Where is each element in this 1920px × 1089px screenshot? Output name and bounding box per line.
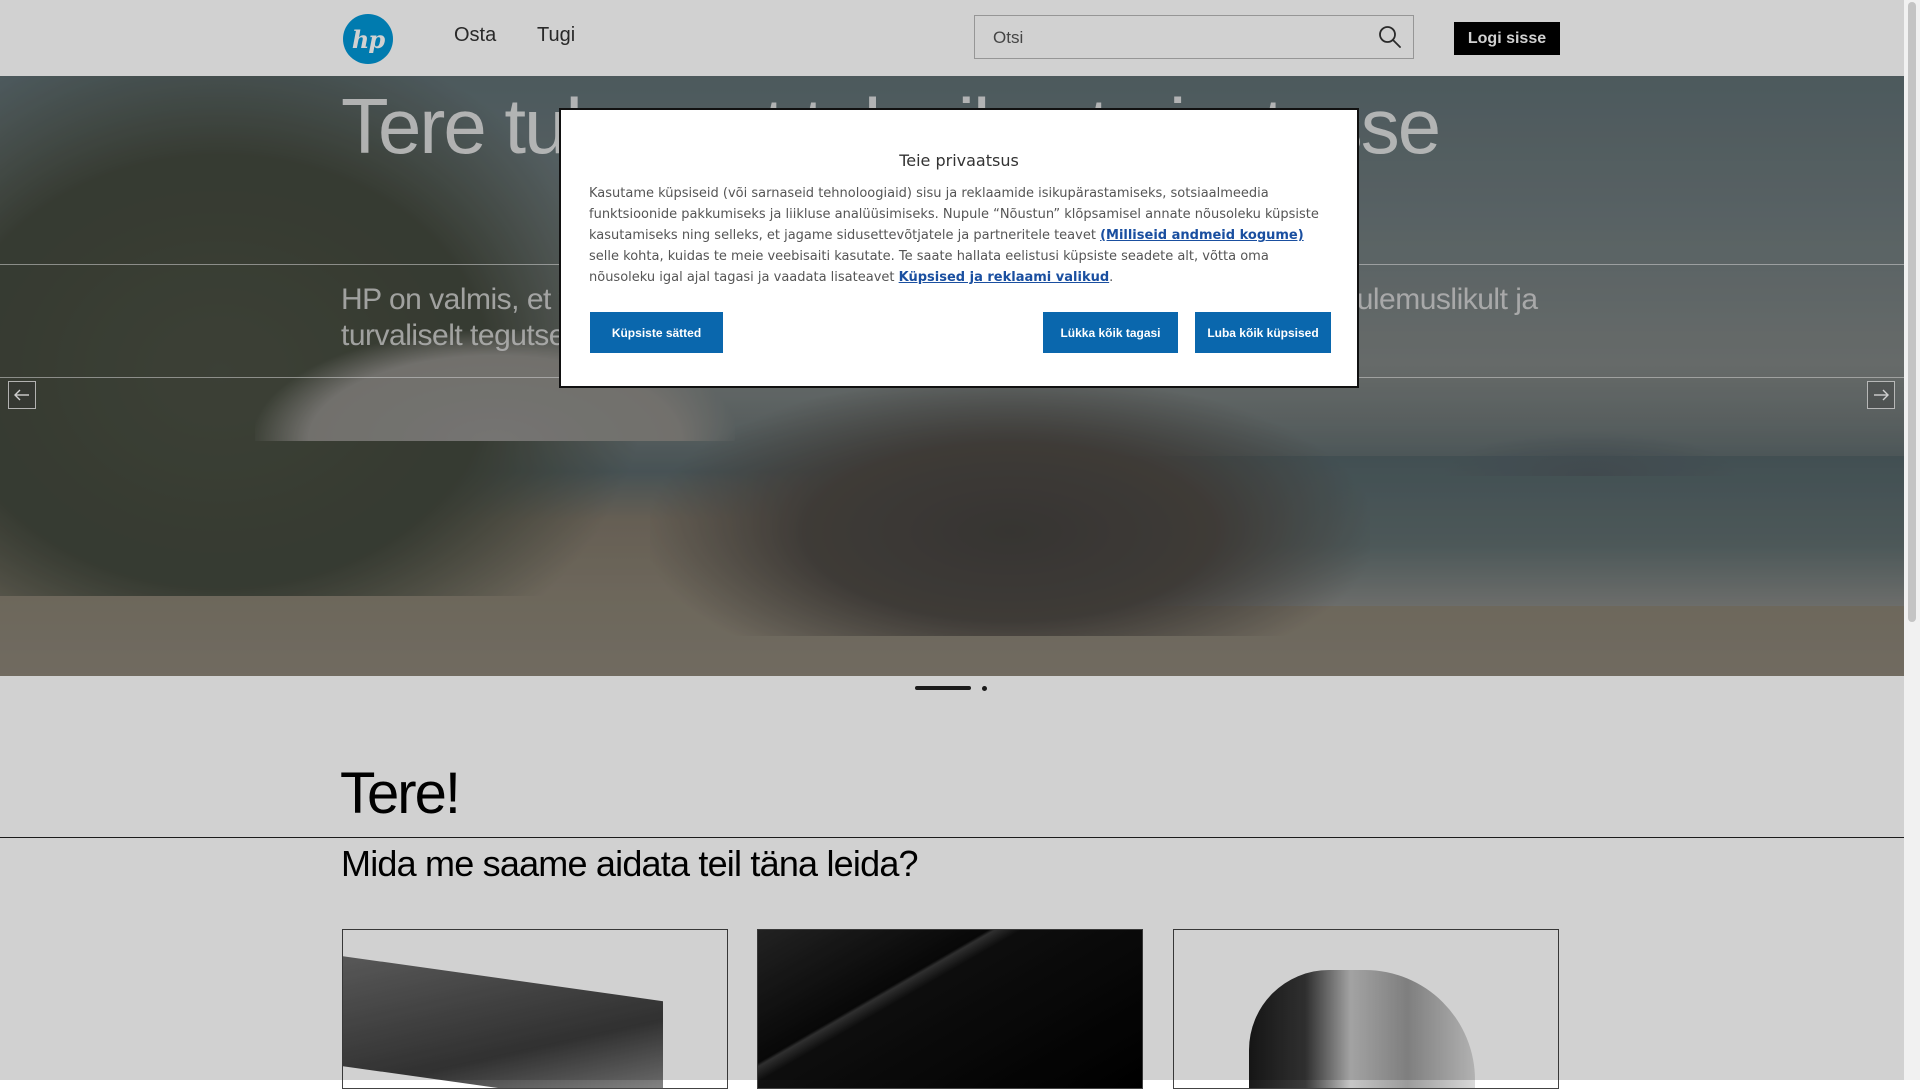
arrow-left-icon [14, 389, 29, 401]
accept-all-button[interactable]: Luba kõik küpsised [1195, 312, 1331, 353]
welcome-divider [0, 837, 1904, 838]
login-button[interactable]: Logi sisse [1454, 22, 1560, 55]
arrow-right-icon [1874, 389, 1889, 401]
page-scrollbar[interactable] [1904, 0, 1920, 1080]
laptop-image [343, 954, 663, 1088]
hp-logo[interactable]: hp [343, 14, 393, 64]
reject-all-button[interactable]: Lükka kõik tagasi [1043, 312, 1178, 353]
nav-support-link[interactable]: Tugi [537, 24, 575, 47]
carousel-indicator[interactable] [982, 686, 987, 691]
webcam-image [1249, 970, 1475, 1088]
site-header: hp Osta Tugi Logi sisse [0, 0, 1904, 77]
category-card-monitor[interactable] [757, 929, 1143, 1089]
search-button[interactable] [1377, 24, 1403, 50]
carousel-prev-button[interactable] [8, 381, 36, 409]
welcome-subtitle: Mida me saame aidata teil täna leida? [341, 843, 919, 884]
cookies-ad-choices-link[interactable]: Küpsised ja reklaami valikud [899, 270, 1110, 285]
category-card-laptop[interactable] [342, 929, 728, 1089]
welcome-title: Tere! [340, 761, 461, 826]
consent-text-part-3: . [1109, 270, 1114, 285]
cookie-consent-dialog: Teie privaatsus Kasutame küpsiseid (või … [559, 108, 1359, 388]
cookie-settings-button[interactable]: Küpsiste sätted [590, 312, 723, 353]
search-icon [1379, 26, 1401, 48]
nav-shop-link[interactable]: Osta [454, 24, 496, 47]
carousel-indicator-active[interactable] [915, 686, 971, 690]
search-box [974, 15, 1414, 59]
search-input[interactable] [993, 26, 1353, 50]
carousel-next-button[interactable] [1867, 381, 1895, 409]
consent-title: Teie privaatsus [899, 151, 1019, 170]
data-collected-link[interactable]: (Milliseid andmeid kogume) [1100, 228, 1304, 243]
category-card-webcam[interactable] [1173, 929, 1559, 1089]
consent-text: Kasutame küpsiseid (või sarnaseid tehnol… [589, 183, 1331, 288]
monitor-image [758, 930, 1142, 1088]
hp-logo-text: hp [351, 24, 385, 54]
scrollbar-thumb[interactable] [1908, 2, 1916, 622]
